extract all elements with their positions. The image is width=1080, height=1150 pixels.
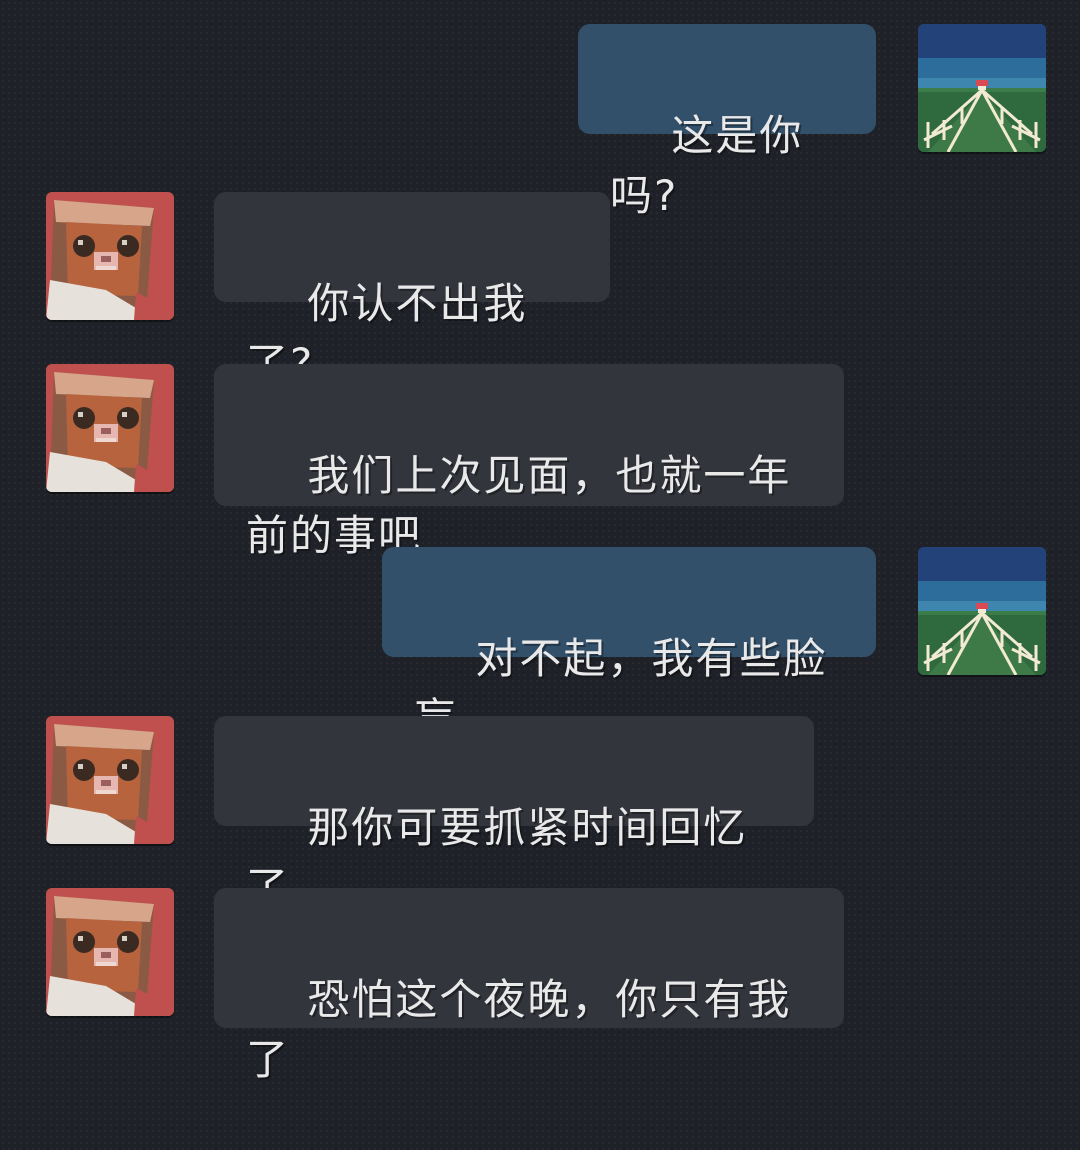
- message-bubble-incoming: 恐怕这个夜晚，你只有我 了: [214, 888, 844, 1084]
- message-bubble-incoming: 我们上次见面，也就一年 前的事吧: [214, 364, 844, 560]
- message-text: 我们上次见面，也就一年 前的事吧: [246, 451, 792, 560]
- pixel-animal-face-icon: [46, 888, 174, 1016]
- night-path-landscape-icon: [918, 547, 1046, 675]
- contact-avatar: [46, 716, 174, 844]
- message-bubble-incoming: 你认不出我了?: [214, 192, 610, 388]
- pixel-animal-face-icon: [46, 716, 174, 844]
- contact-avatar: [46, 888, 174, 1016]
- pixel-animal-face-icon: [46, 192, 174, 320]
- message-text: 恐怕这个夜晚，你只有我 了: [246, 975, 792, 1084]
- contact-avatar: [46, 364, 174, 492]
- pixel-animal-face-icon: [46, 364, 174, 492]
- player-avatar: [918, 547, 1046, 675]
- player-avatar: [918, 24, 1046, 152]
- contact-avatar: [46, 192, 174, 320]
- message-bubble-outgoing: 这是你吗?: [578, 24, 876, 220]
- night-path-landscape-icon: [918, 24, 1046, 152]
- chat-log: 这是你吗? 你认不出我了? 我们上次见面，也就一年 前的事吧 对不起，我有些脸盲…: [0, 0, 1080, 1084]
- message-bubble-incoming: 那你可要抓紧时间回忆了: [214, 716, 814, 912]
- message-bubble-outgoing: 对不起，我有些脸盲: [382, 547, 876, 743]
- message-text: 这是你吗?: [610, 111, 804, 220]
